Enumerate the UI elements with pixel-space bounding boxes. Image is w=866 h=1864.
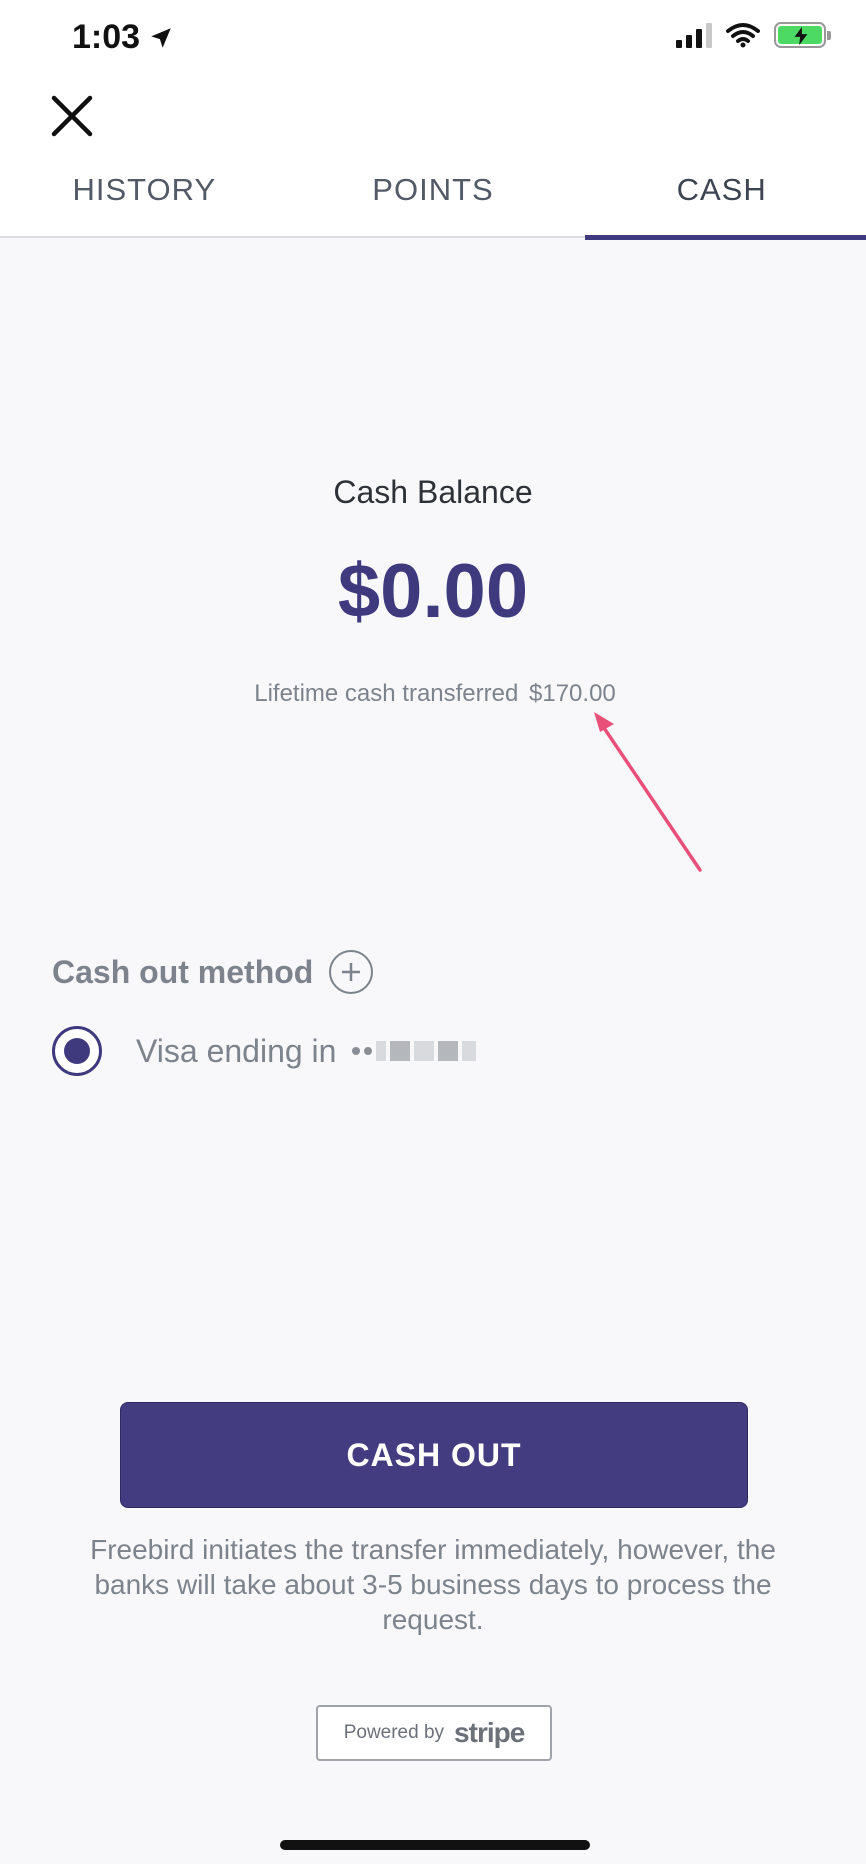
status-bar-icons (676, 22, 831, 48)
cash-out-button[interactable]: CASH OUT (120, 1402, 748, 1508)
masked-card-number (352, 1041, 477, 1061)
home-indicator[interactable] (280, 1840, 590, 1850)
method-option-visa[interactable]: Visa ending in (52, 1026, 477, 1076)
plus-circle-icon (342, 963, 361, 981)
powered-by-stripe-badge[interactable]: Powered by stripe (316, 1705, 552, 1761)
powered-by-text: Powered by (343, 1722, 445, 1743)
time-text: 1:03 (72, 18, 141, 56)
annotation-arrow-icon (594, 712, 702, 872)
battery-charging-icon (774, 22, 831, 48)
tab-bar: HISTORY POINTS CASH (0, 160, 866, 240)
lifetime-label: Lifetime cash transferred (254, 680, 519, 707)
cash-out-method-header: Cash out method (52, 950, 374, 994)
cash-balance-label: Cash Balance (333, 474, 533, 510)
tab-history[interactable]: HISTORY (0, 160, 289, 238)
add-method-button[interactable] (329, 950, 374, 994)
method-label: Visa ending in (136, 1032, 477, 1070)
close-icon (51, 95, 93, 137)
radio-selected-dot (64, 1038, 90, 1064)
method-label-text: Visa ending in (136, 1032, 337, 1069)
stripe-logo: stripe (454, 1717, 525, 1748)
method-radio[interactable] (52, 1026, 102, 1076)
wifi-icon (726, 23, 760, 48)
tab-points[interactable]: POINTS (289, 160, 578, 238)
location-arrow-icon (151, 27, 171, 48)
cash-out-method-title: Cash out method (52, 953, 314, 990)
tab-cash[interactable]: CASH (577, 160, 866, 240)
close-button[interactable] (44, 88, 100, 144)
transfer-disclaimer: Freebird initiates the transfer immediat… (90, 1534, 776, 1635)
lifetime-transferred: Lifetime cash transferred $170.00 (0, 680, 866, 708)
status-bar-time: 1:03 (72, 18, 174, 57)
top-bar: 1:03 HISTORY POINTS CASH (0, 0, 866, 240)
signal-icon (676, 22, 712, 48)
cash-balance-amount: $0.00 (337, 549, 529, 634)
